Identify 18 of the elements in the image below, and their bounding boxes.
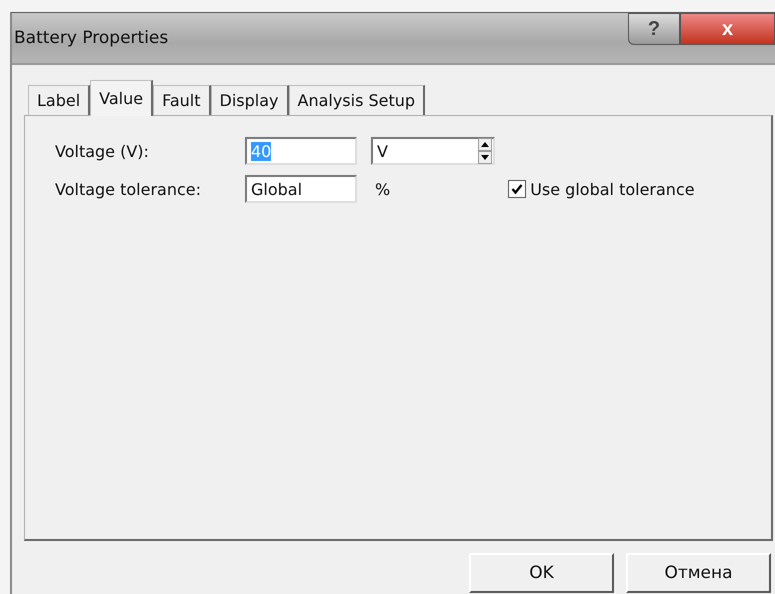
tolerance-field[interactable]: Global bbox=[245, 175, 357, 203]
unit-spinbox[interactable]: V bbox=[371, 137, 495, 165]
tab[interactable]: Display bbox=[210, 85, 288, 115]
close-button[interactable]: x bbox=[680, 13, 775, 45]
tab[interactable]: Fault bbox=[153, 85, 211, 115]
spin-arrows-icon[interactable] bbox=[478, 138, 492, 164]
help-button[interactable]: ? bbox=[628, 13, 680, 45]
checkbox-label: Use global tolerance bbox=[530, 180, 695, 198]
cancel-button[interactable]: Отмена bbox=[626, 553, 771, 593]
window-title: Battery Properties bbox=[13, 28, 168, 48]
voltage-label: Voltage (V): bbox=[55, 142, 150, 160]
checkbox[interactable] bbox=[508, 180, 526, 198]
tab[interactable]: Label bbox=[28, 85, 90, 115]
tab[interactable]: Analysis Setup bbox=[288, 85, 426, 115]
tab[interactable]: Value bbox=[90, 80, 154, 116]
percent-unit: % bbox=[375, 180, 390, 198]
tolerance-label: Voltage tolerance: bbox=[55, 180, 202, 198]
ok-button[interactable]: OK bbox=[469, 553, 614, 593]
